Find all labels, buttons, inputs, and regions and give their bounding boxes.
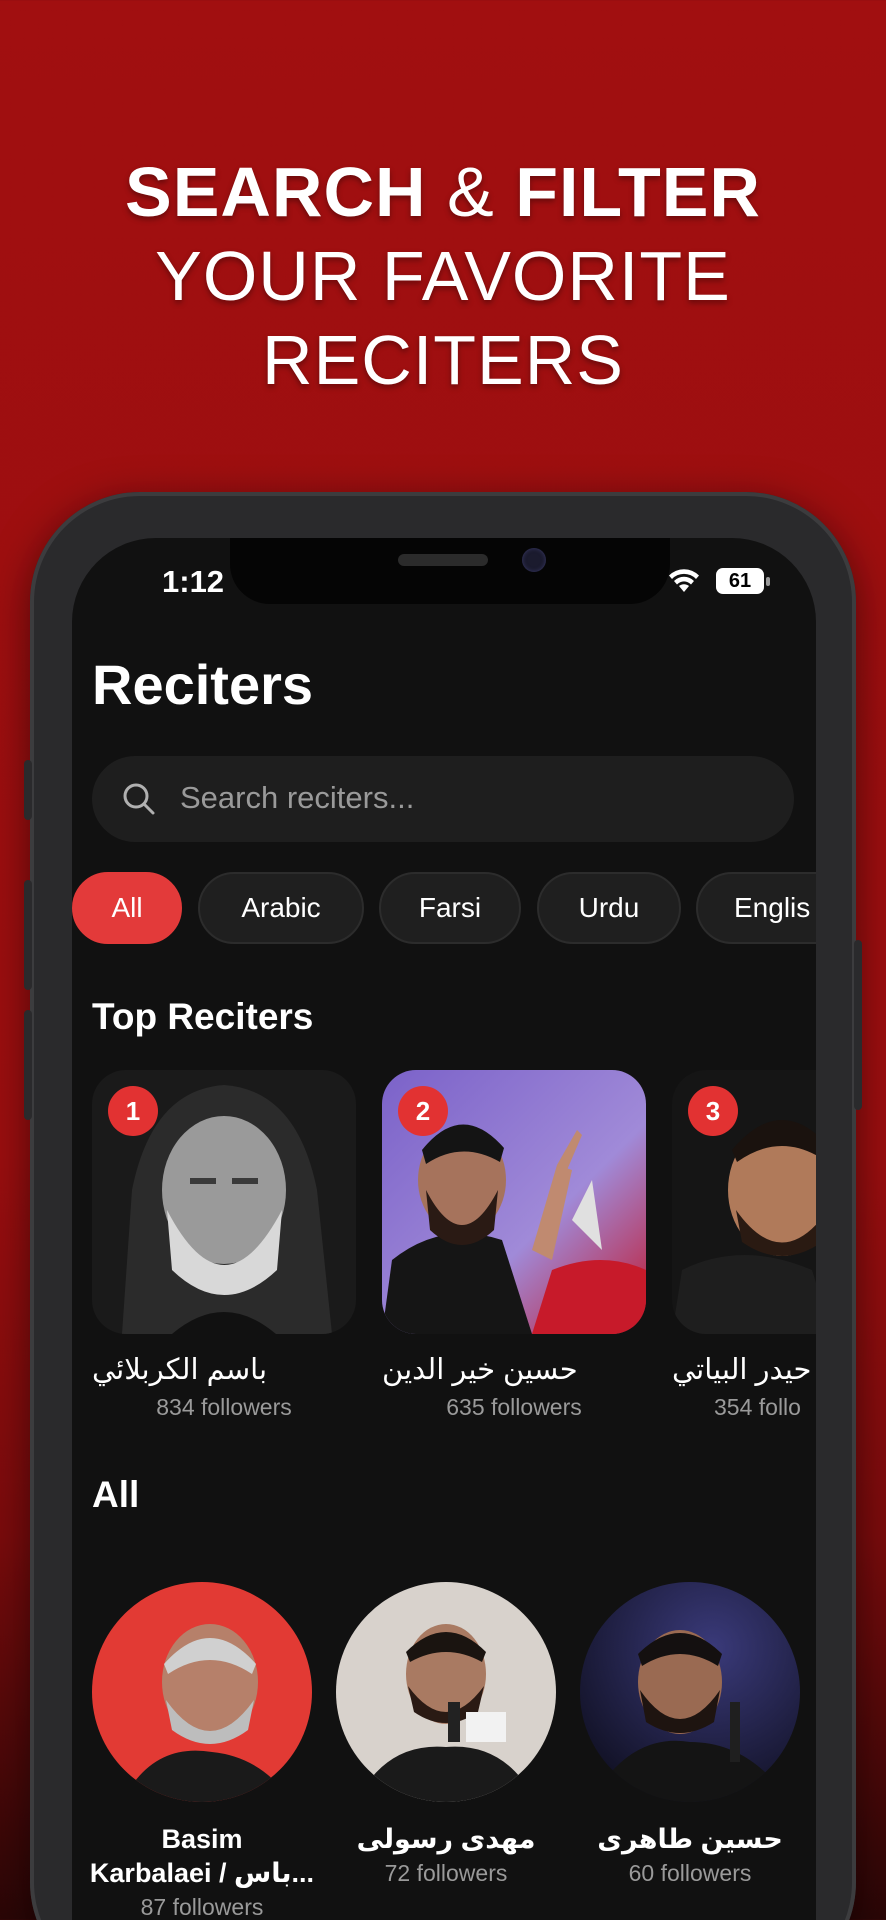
reciter-avatar xyxy=(580,1582,800,1802)
filter-chip-farsi[interactable]: Farsi xyxy=(379,872,521,944)
reciter-avatar xyxy=(92,1582,312,1802)
reciter-followers: 354 follo xyxy=(714,1394,801,1420)
phone-power-button xyxy=(854,940,862,1110)
section-title-all: All xyxy=(92,1474,140,1515)
reciter-name-line-2: Karbalaei / باس... xyxy=(89,1858,315,1888)
speaker-grille xyxy=(398,554,488,566)
reciter-name: باسم الكربلائي xyxy=(92,1354,268,1386)
reciter-followers: 60 followers xyxy=(628,1860,752,1886)
reciter-name: حسين خير الدين xyxy=(382,1354,578,1386)
promo-line-2: YOUR FAVORITE xyxy=(155,237,731,315)
reciter-avatar xyxy=(336,1582,556,1802)
reciter-name-line-1: Basim xyxy=(161,1824,243,1854)
wifi-icon xyxy=(668,568,700,594)
phone-volume-down xyxy=(24,1010,32,1120)
reciter-name: مهدی رسولی xyxy=(356,1824,536,1854)
status-time: 1:12 xyxy=(162,564,225,599)
promo-line-3: RECITERS xyxy=(262,321,624,399)
dynamic-island xyxy=(230,538,670,604)
promo-ampersand: & xyxy=(447,153,495,231)
battery-icon: 61 xyxy=(716,568,770,594)
promo-word-search: SEARCH xyxy=(125,153,427,231)
rank-badge: 1 xyxy=(108,1086,158,1136)
rank-badge: 3 xyxy=(688,1086,738,1136)
promo-word-filter: FILTER xyxy=(515,153,761,231)
reciter-followers: 635 followers xyxy=(446,1394,582,1420)
reciter-name: حسین طاهری xyxy=(597,1824,783,1854)
filter-chip-arabic[interactable]: Arabic xyxy=(198,872,364,944)
search-input[interactable]: Search reciters... xyxy=(92,756,794,842)
all-reciters-grid: Basim Karbalaei / باس... 87 followers مه… xyxy=(72,1582,816,1920)
filter-chip-all[interactable]: All xyxy=(72,872,182,944)
section-title-top-reciters: Top Reciters xyxy=(92,996,314,1037)
reciter-followers: 834 followers xyxy=(156,1394,292,1420)
front-camera xyxy=(522,548,546,572)
reciter-followers: 87 followers xyxy=(140,1894,264,1920)
rank-badge: 2 xyxy=(398,1086,448,1136)
filter-chip-english[interactable]: Englis xyxy=(696,872,816,944)
page-title: Reciters xyxy=(92,653,314,716)
phone-volume-up xyxy=(24,880,32,990)
promo-headline: SEARCH & FILTER YOUR FAVORITE RECITERS xyxy=(0,150,886,402)
reciter-name: حيدر البياتي xyxy=(672,1354,812,1386)
reciter-name: Basim Karbalaei / باس... xyxy=(82,1822,322,1890)
search-icon xyxy=(122,782,156,816)
filter-chip-urdu[interactable]: Urdu xyxy=(537,872,681,944)
top-reciters-carousel: 1 باسم الكربلائي 834 followers 2 حسين خي… xyxy=(72,1068,816,1428)
search-placeholder: Search reciters... xyxy=(180,780,415,815)
reciter-followers: 72 followers xyxy=(384,1860,508,1886)
phone-action-button xyxy=(24,760,32,820)
promo-line-1: SEARCH & FILTER xyxy=(0,150,886,234)
language-filter-bar: All Arabic Farsi Urdu Englis xyxy=(72,872,816,946)
